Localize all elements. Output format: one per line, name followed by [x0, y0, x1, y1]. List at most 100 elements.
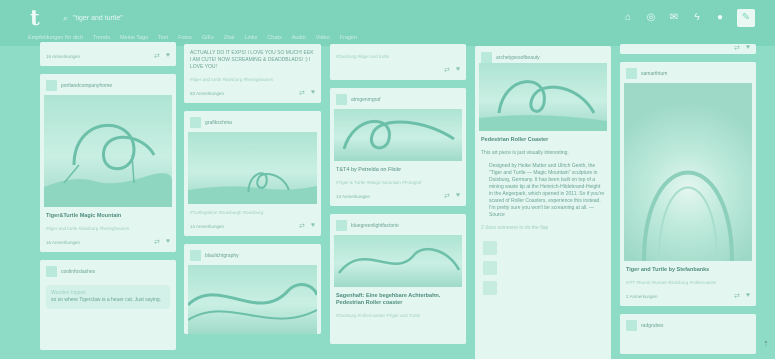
- post-footer: 13 Anmerkungen ⇄ ♥: [330, 188, 466, 206]
- post-tags[interactable]: #Turtlegalerie #Duisburgh #Duisburg: [184, 204, 321, 218]
- tab-links[interactable]: Links: [244, 35, 257, 41]
- top-navigation-bar: t ⌕ ⌂ ◎ ✉ ϟ ● ✎ Empfehlungen für dich Tr…: [0, 0, 775, 46]
- avatar[interactable]: [190, 250, 201, 261]
- post-actions: ⇄ ♥: [444, 66, 460, 74]
- post-tags[interactable]: #Duisburg #rollercoaster #Tiger and Turt…: [330, 310, 466, 321]
- post-username[interactable]: samarthtum: [641, 71, 667, 77]
- reblog-icon[interactable]: ⇄: [154, 238, 160, 246]
- note-thumbnail[interactable]: [483, 241, 497, 255]
- tab-gifs[interactable]: GIFs: [202, 35, 214, 41]
- reblog-icon[interactable]: ⇄: [299, 89, 305, 97]
- notes-count[interactable]: 13 Anmerkungen: [190, 224, 224, 229]
- post-title: Tiger and Turtle by Stefanbanks: [626, 267, 710, 273]
- compass-icon[interactable]: ◎: [645, 12, 657, 24]
- like-icon[interactable]: ♥: [746, 292, 750, 300]
- post-title: Tiger&Turtle Magic Mountain: [46, 213, 122, 219]
- like-icon[interactable]: ♥: [311, 222, 315, 230]
- tab-video[interactable]: Video: [316, 35, 330, 41]
- avatar[interactable]: [481, 52, 492, 63]
- compose-icon[interactable]: ✎: [737, 9, 755, 27]
- avatar[interactable]: [46, 266, 57, 277]
- like-icon[interactable]: ♥: [166, 238, 170, 246]
- post-intro: This art piece is just visually interest…: [481, 150, 569, 156]
- tumblr-logo[interactable]: t: [30, 7, 50, 29]
- post-username[interactable]: portlandcompanyfrome: [61, 83, 112, 89]
- tab-quote[interactable]: Zitat: [224, 35, 235, 41]
- tab-photos[interactable]: Fotos: [178, 35, 192, 41]
- tab-chats[interactable]: Chats: [267, 35, 281, 41]
- note-thumbnail[interactable]: [483, 261, 497, 275]
- post-username[interactable]: radgrubex: [641, 323, 664, 329]
- column-2: ACTUALLY DO IT EXPS! I LOVE YOU SO MUCH!…: [184, 44, 321, 342]
- activity-icon[interactable]: ϟ: [691, 12, 703, 24]
- mail-icon[interactable]: ✉: [668, 12, 680, 24]
- column-5: ⇄ ♥ samarthtum Tiger and Turtle by Stefan…: [620, 44, 756, 359]
- notes-count[interactable]: 16 Anmerkungen: [46, 54, 80, 59]
- note-thumbnail[interactable]: [483, 281, 497, 295]
- account-icon[interactable]: ●: [714, 12, 726, 24]
- post-actions: ⇄ ♥: [154, 52, 170, 60]
- post-card: ACTUALLY DO IT EXPS! I LOVE YOU SO MUCH!…: [184, 44, 321, 103]
- post-username[interactable]: archetypesofbeauty: [496, 55, 540, 61]
- post-card: portlandcompanyfrome Tiger&Turtle Magic …: [40, 74, 176, 252]
- avatar[interactable]: [46, 80, 57, 91]
- avatar[interactable]: [190, 117, 201, 128]
- notes-count[interactable]: 83 Anmerkungen: [190, 91, 224, 96]
- reblog-icon[interactable]: ⇄: [299, 222, 305, 230]
- tab-my-tags[interactable]: Meine Tags: [120, 35, 148, 41]
- post-tags[interactable]: #Tiger & Turtle #Magic Mountain #Fotogra…: [330, 177, 466, 188]
- avatar[interactable]: [336, 94, 347, 105]
- like-icon[interactable]: ♥: [456, 66, 460, 74]
- like-icon[interactable]: ♥: [456, 192, 460, 200]
- post-tags[interactable]: #tiger and turtle #duisburg #heringhause…: [40, 223, 176, 234]
- avatar[interactable]: [336, 220, 347, 231]
- reblog-icon[interactable]: ⇄: [154, 52, 160, 60]
- like-icon[interactable]: ♥: [166, 52, 170, 60]
- avatar[interactable]: [626, 68, 637, 79]
- notes-count[interactable]: 13 Anmerkungen: [336, 194, 370, 199]
- search-filter-tabs: Empfehlungen für dich Trends Meine Tags …: [28, 35, 357, 41]
- post-card: samarthtum Tiger and Turtle by Stefanban…: [620, 62, 756, 306]
- post-card: radgrubex: [620, 314, 756, 354]
- search-bar[interactable]: ⌕: [63, 10, 323, 26]
- post-photo[interactable]: [479, 63, 607, 131]
- post-footer: 2 Anmerkungen ⇄ ♥: [620, 288, 756, 306]
- avatar[interactable]: [626, 320, 637, 331]
- post-tags[interactable]: #tiger and turtle #duisburg #heringhause…: [184, 74, 321, 85]
- like-icon[interactable]: ♥: [746, 44, 750, 52]
- post-photo[interactable]: [44, 95, 172, 207]
- post-notes[interactable]: 2 dans someone to do the flap: [475, 222, 611, 235]
- tab-text[interactable]: Text: [158, 35, 168, 41]
- scroll-to-top-icon[interactable]: ⇡: [763, 340, 769, 350]
- post-photo[interactable]: [334, 109, 462, 161]
- tab-audio[interactable]: Audio: [292, 35, 306, 41]
- post-actions: ⇄ ♥: [154, 238, 170, 246]
- search-input[interactable]: [73, 14, 294, 22]
- reblog-icon[interactable]: ⇄: [444, 192, 450, 200]
- post-username[interactable]: atmgenmgraf: [351, 97, 380, 103]
- post-header: blaulichtgraphy: [184, 244, 321, 265]
- post-photo[interactable]: [624, 83, 752, 261]
- post-header: coolinfoslashes: [40, 260, 176, 281]
- tab-recommended[interactable]: Empfehlungen für dich: [28, 35, 83, 41]
- post-photo[interactable]: [188, 265, 317, 334]
- tab-questions[interactable]: Fragen: [340, 35, 357, 41]
- post-actions: ⇄ ♥: [444, 192, 460, 200]
- home-icon[interactable]: ⌂: [622, 12, 634, 24]
- tab-trends[interactable]: Trends: [93, 35, 110, 41]
- post-photo[interactable]: [188, 132, 317, 204]
- reblog-icon[interactable]: ⇄: [734, 292, 740, 300]
- post-photo[interactable]: [334, 235, 462, 287]
- post-tags[interactable]: #Duisburg #tiger and turtle: [330, 44, 466, 62]
- reblog-icon[interactable]: ⇄: [444, 66, 450, 74]
- post-username[interactable]: bluegreenlightfactorie: [351, 223, 399, 229]
- post-username[interactable]: blaulichtgraphy: [205, 253, 239, 259]
- notes-count[interactable]: 2 Anmerkungen: [626, 294, 658, 299]
- like-icon[interactable]: ♥: [311, 89, 315, 97]
- notes-count[interactable]: 16 Anmerkungen: [46, 240, 80, 245]
- post-username[interactable]: grafikschma: [205, 120, 232, 126]
- reblog-icon[interactable]: ⇄: [734, 44, 740, 52]
- post-tags[interactable]: #ITT #Kunst #tunnel #Duisburg #rollercoa…: [620, 277, 756, 288]
- post-footer: 13 Anmerkungen ⇄ ♥: [184, 218, 321, 236]
- post-username[interactable]: coolinfoslashes: [61, 269, 95, 275]
